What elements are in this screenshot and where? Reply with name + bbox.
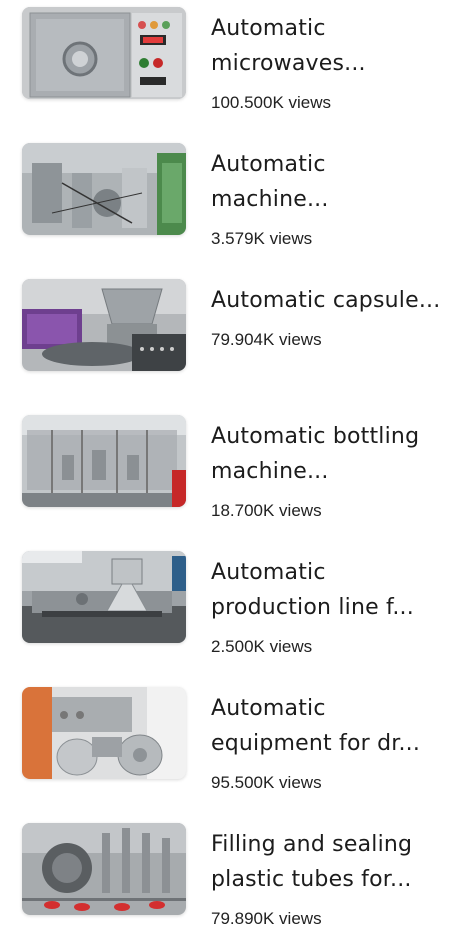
equipment-thumbnail-icon	[22, 687, 186, 779]
video-item[interactable]: Automatic equipment for dr... 95.500K vi…	[0, 687, 463, 792]
capsule-machine-thumbnail-icon	[22, 279, 186, 371]
view-count: 18.700K views	[211, 501, 322, 520]
video-thumbnail[interactable]	[22, 687, 186, 779]
video-item[interactable]: Automatic capsule... 79.904K views	[0, 279, 463, 379]
video-item[interactable]: Automatic machine... 3.579K views	[0, 143, 463, 248]
view-count: 2.500K views	[211, 637, 313, 656]
video-title[interactable]: Automatic production line f...	[211, 555, 449, 625]
video-title[interactable]: Filling and sealing plastic tubes for...	[211, 827, 449, 897]
view-count: 100.500K views	[211, 93, 332, 112]
microwave-machine-thumbnail-icon	[22, 7, 186, 99]
video-thumbnail[interactable]	[22, 143, 186, 235]
video-thumbnail[interactable]	[22, 551, 186, 643]
video-thumbnail[interactable]	[22, 823, 186, 915]
view-count: 79.904K views	[211, 330, 322, 349]
machine-thumbnail-icon	[22, 143, 186, 235]
bottling-machine-thumbnail-icon	[22, 415, 186, 507]
video-item[interactable]: Filling and sealing plastic tubes for...…	[0, 823, 463, 928]
video-item[interactable]: Automatic bottling machine... 18.700K vi…	[0, 415, 463, 520]
video-title[interactable]: Automatic equipment for dr...	[211, 691, 449, 761]
video-title[interactable]: Automatic bottling machine...	[211, 419, 449, 489]
video-title[interactable]: Automatic capsule...	[211, 283, 449, 318]
view-count: 3.579K views	[211, 229, 313, 248]
video-title[interactable]: Automatic microwaves...	[211, 11, 449, 81]
video-thumbnail[interactable]	[22, 415, 186, 507]
video-list: Automatic microwaves... 100.500K views A…	[0, 0, 463, 928]
production-line-thumbnail-icon	[22, 551, 186, 643]
video-item[interactable]: Automatic microwaves... 100.500K views	[0, 7, 463, 112]
video-title[interactable]: Automatic machine...	[211, 147, 449, 217]
view-count: 79.890K views	[211, 909, 322, 928]
video-thumbnail[interactable]	[22, 279, 186, 371]
view-count: 95.500K views	[211, 773, 322, 792]
tube-filling-thumbnail-icon	[22, 823, 186, 915]
video-thumbnail[interactable]	[22, 7, 186, 99]
video-item[interactable]: Automatic production line f... 2.500K vi…	[0, 551, 463, 656]
